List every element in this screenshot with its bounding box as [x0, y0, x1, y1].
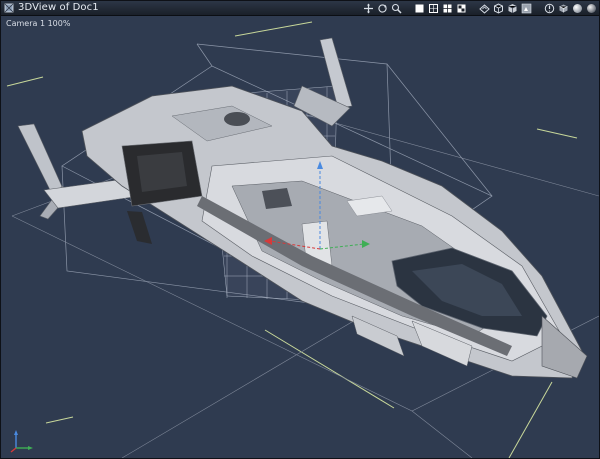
white-box-icon[interactable]: [414, 3, 425, 14]
wireframe-icon[interactable]: [428, 3, 439, 14]
window-title: 3DView of Doc1: [18, 2, 99, 13]
move-view-icon[interactable]: [363, 3, 374, 14]
camera-label[interactable]: Camera 1 100%: [6, 19, 70, 28]
texture-shade-icon[interactable]: [493, 2, 504, 14]
scene-canvas[interactable]: [2, 16, 599, 458]
render-area-icon[interactable]: [521, 3, 532, 14]
3d-viewport[interactable]: Camera 1 100%: [2, 16, 599, 458]
zoom-view-icon[interactable]: [391, 3, 402, 14]
toolbar-separator: [535, 3, 541, 14]
render-settings-icon[interactable]: [544, 3, 555, 14]
hidden-line-icon[interactable]: [442, 3, 453, 14]
rotate-view-icon[interactable]: [377, 3, 388, 14]
flat-shade-icon[interactable]: [456, 3, 467, 14]
title-bar[interactable]: 3DView of Doc1: [1, 1, 599, 16]
toolbar-separator: [470, 3, 476, 14]
3dview-window: 3DView of Doc1 Camera 1 100%: [0, 0, 600, 459]
smooth-shade-icon[interactable]: [479, 3, 490, 14]
sphere-light-icon[interactable]: [572, 3, 583, 14]
toolbar-separator: [405, 3, 411, 14]
view-toolbar: [363, 2, 597, 14]
sphere-shadow-icon[interactable]: [586, 3, 597, 14]
axis-orientation-icon: [10, 430, 33, 453]
light-preview-icon[interactable]: [507, 3, 518, 14]
sphere-preview-icon[interactable]: [558, 3, 569, 14]
3dview-app-icon: [4, 3, 14, 13]
